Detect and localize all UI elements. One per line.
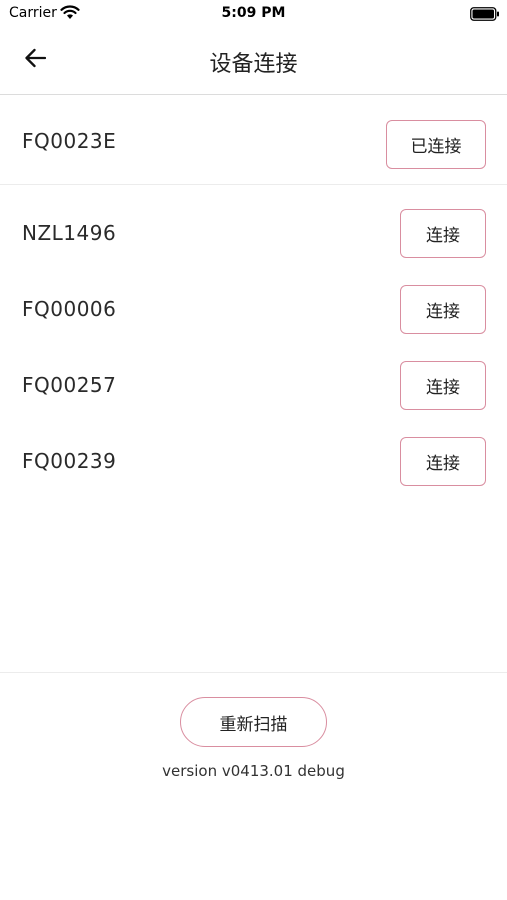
version-label: version v0413.01 debug xyxy=(162,762,345,780)
device-list: NZL1496 连接 FQ00006 连接 FQ00257 连接 FQ00239… xyxy=(0,196,507,500)
nav-bar: 设备连接 xyxy=(0,28,507,95)
device-name: FQ0023E xyxy=(22,129,117,153)
battery-icon xyxy=(470,6,500,21)
status-bar: Carrier 5:09 PM xyxy=(0,0,507,28)
status-time: 5:09 PM xyxy=(221,5,286,21)
connect-button[interactable]: 连接 xyxy=(400,361,486,410)
device-row: FQ00257 连接 xyxy=(0,348,507,424)
rescan-button[interactable]: 重新扫描 xyxy=(180,697,327,747)
device-name: FQ00257 xyxy=(22,373,117,397)
connect-button[interactable]: 连接 xyxy=(400,437,486,486)
connect-button[interactable]: 连接 xyxy=(400,209,486,258)
device-name: FQ00006 xyxy=(22,297,117,321)
device-row: FQ00239 连接 xyxy=(0,424,507,500)
device-name: FQ00239 xyxy=(22,449,117,473)
connected-device-row: FQ0023E 已连接 xyxy=(0,96,507,185)
device-row: NZL1496 连接 xyxy=(0,196,507,272)
device-row: FQ00006 连接 xyxy=(0,272,507,348)
device-connect-screen: Carrier 5:09 PM 设备连接 FQ0023E 已连接 NZL1496… xyxy=(0,0,507,900)
footer-divider xyxy=(0,672,507,673)
connected-button[interactable]: 已连接 xyxy=(386,120,486,169)
connect-button[interactable]: 连接 xyxy=(400,285,486,334)
device-name: NZL1496 xyxy=(22,221,117,245)
page-title: 设备连接 xyxy=(209,52,298,77)
